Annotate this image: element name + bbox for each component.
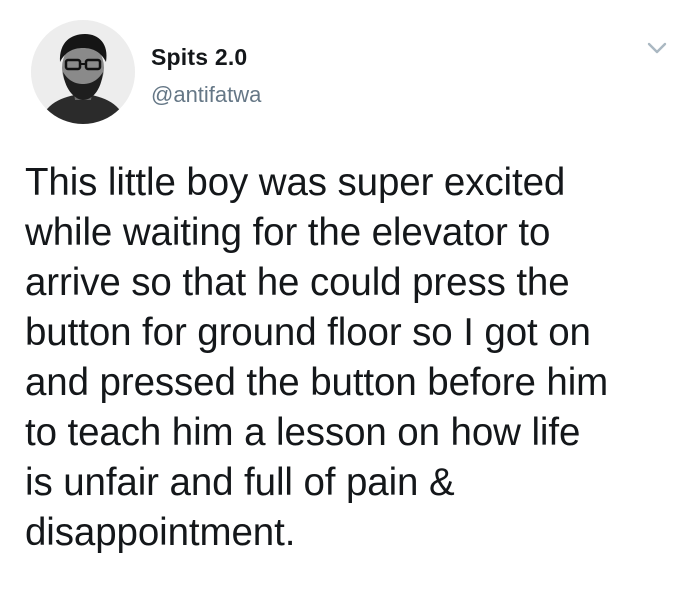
tweet-text: This little boy was super excited while … — [25, 161, 609, 554]
user-avatar-icon — [31, 20, 135, 124]
avatar[interactable] — [31, 20, 135, 124]
tweet-header: Spits 2.0 @antifatwa — [31, 20, 680, 130]
author-handle[interactable]: @antifatwa — [151, 82, 261, 108]
tweet-card: Spits 2.0 @antifatwa This little boy was… — [0, 0, 700, 592]
chevron-down-icon[interactable] — [646, 40, 668, 56]
author-display-name[interactable]: Spits 2.0 — [151, 44, 247, 71]
